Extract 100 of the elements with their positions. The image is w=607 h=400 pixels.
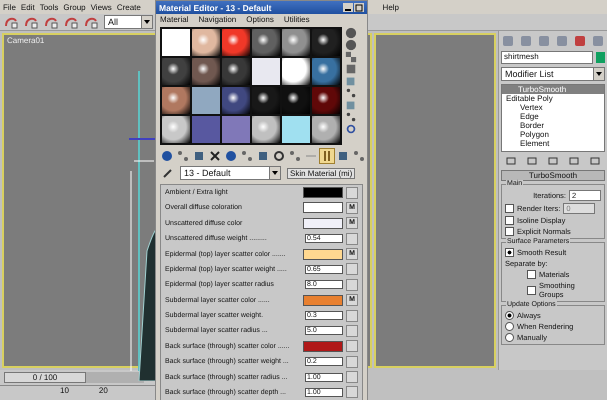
modifier-stack-item[interactable]: TurboSmooth	[502, 85, 604, 94]
color-swatch[interactable]	[303, 294, 343, 306]
sub-object-item[interactable]: Vertex	[502, 103, 604, 112]
tick-label: 10	[60, 386, 69, 395]
menu-item[interactable]: Views	[90, 2, 112, 12]
material-sample-slot[interactable]	[252, 87, 280, 114]
rollout-header[interactable]: TurboSmooth	[501, 170, 605, 181]
menu-item[interactable]: Utilities	[284, 15, 310, 24]
maximize-button[interactable]	[354, 3, 364, 12]
material-sample-slot[interactable]	[162, 58, 190, 85]
sphere-icon	[225, 150, 237, 162]
radio-button[interactable]	[505, 333, 514, 342]
minimize-button[interactable]	[343, 3, 353, 12]
menu-item[interactable]: Navigation	[198, 15, 236, 24]
sphere-icon	[161, 150, 173, 162]
material-sample-slot[interactable]	[252, 116, 280, 143]
material-sample-slot[interactable]	[282, 87, 310, 114]
material-type-button[interactable]: Skin Material (mi)	[287, 168, 356, 178]
modifier-stack-item[interactable]: Editable Poly	[502, 94, 604, 103]
sub-object-item[interactable]: Border	[502, 121, 604, 130]
time-slider-thumb[interactable]: 0 / 100	[4, 372, 86, 383]
sub-object-item[interactable]: Edge	[502, 112, 604, 121]
toolbar-icon[interactable]	[24, 15, 38, 29]
stack-tool-icon[interactable]	[546, 155, 559, 167]
material-sample-slot[interactable]	[252, 29, 280, 56]
sphere-icon[interactable]	[345, 39, 357, 51]
menu-item[interactable]: Edit	[20, 2, 35, 12]
stack-tool-icon[interactable]	[588, 155, 601, 167]
eyedropper-icon[interactable]	[162, 167, 174, 179]
color-swatch[interactable]	[303, 218, 343, 229]
toolbar-icon[interactable]	[44, 15, 58, 29]
checkbox[interactable]	[505, 216, 514, 225]
dots-icon	[353, 150, 365, 162]
maximize-icon	[355, 4, 363, 12]
menu-item[interactable]: Tools	[40, 2, 58, 12]
menu-item[interactable]: Create	[116, 2, 141, 12]
caret-icon	[144, 20, 150, 24]
sub-object-item[interactable]: Element	[502, 139, 604, 148]
menu-item[interactable]: Help	[382, 2, 399, 12]
material-sample-slot[interactable]	[162, 116, 190, 143]
dots-icon[interactable]	[345, 111, 357, 123]
material-sample-slot[interactable]	[192, 58, 220, 85]
object-name-field[interactable]: shirtmesh	[501, 51, 593, 64]
bars-icon	[321, 150, 333, 162]
cube-icon	[337, 150, 349, 162]
material-tool-button[interactable]	[208, 149, 222, 163]
checker-icon[interactable]	[345, 51, 357, 63]
dots-icon[interactable]	[345, 87, 357, 99]
color-swatch[interactable]	[303, 340, 343, 352]
dots-icon	[241, 150, 253, 162]
color-swatch[interactable]	[303, 187, 343, 198]
toolbar-icon[interactable]	[4, 15, 18, 29]
material-name-dropdown[interactable]: 13 - Default	[180, 166, 281, 180]
material-tool-button[interactable]	[160, 149, 174, 163]
material-sample-slot[interactable]	[222, 29, 250, 56]
menu-item[interactable]: Options	[246, 15, 274, 24]
color-swatch[interactable]	[303, 248, 343, 260]
material-sample-slot[interactable]	[222, 87, 250, 114]
sub-object-item[interactable]: Polygon	[502, 130, 604, 139]
dots-icon	[177, 150, 189, 162]
toolbar-icon[interactable]	[84, 15, 98, 29]
modifier-list-dropdown[interactable]: Modifier List	[501, 67, 605, 81]
window-title: Material Editor - 13 - Default	[159, 2, 272, 12]
checkbox[interactable]	[505, 204, 514, 213]
material-sample-slot[interactable]	[282, 29, 310, 56]
checkbox[interactable]	[505, 227, 514, 236]
command-tab-icon[interactable]	[573, 34, 587, 48]
radio-button[interactable]	[505, 322, 514, 331]
checkbox[interactable]	[527, 270, 536, 279]
object-color-swatch[interactable]	[596, 52, 605, 63]
checkbox[interactable]	[527, 286, 536, 294]
material-sample-slot[interactable]	[312, 29, 340, 56]
material-sample-slot[interactable]	[312, 87, 340, 114]
menu-item[interactable]: File	[3, 2, 16, 12]
cross-icon	[209, 150, 221, 162]
material-sample-slot[interactable]	[312, 58, 340, 85]
cube-icon	[193, 150, 205, 162]
stack-tool-icon[interactable]	[526, 155, 538, 167]
menu-item[interactable]: Material	[160, 15, 188, 24]
selection-filter-dropdown[interactable]: All	[104, 15, 153, 29]
color-swatch[interactable]	[303, 202, 343, 214]
stack-tool-icon[interactable]	[568, 155, 580, 167]
material-sample-slot[interactable]	[192, 29, 220, 56]
radio-button[interactable]	[505, 311, 514, 320]
sphere-icon[interactable]	[345, 27, 357, 39]
caret-icon	[272, 171, 278, 175]
menu-item[interactable]: Group	[63, 2, 86, 12]
viewport[interactable]	[374, 33, 496, 368]
square-icon[interactable]	[345, 63, 357, 75]
material-sample-slot[interactable]	[282, 58, 310, 85]
material-sample-slot[interactable]	[312, 116, 340, 143]
toolbar-icon[interactable]	[64, 15, 78, 29]
caret-icon	[596, 72, 602, 76]
material-sample-slot[interactable]	[162, 87, 190, 114]
stack-tool-icon[interactable]	[505, 155, 518, 167]
dots-icon	[289, 150, 301, 162]
minimize-icon	[345, 9, 351, 11]
material-tool-button[interactable]	[224, 149, 238, 163]
material-sample-slot[interactable]	[222, 58, 250, 85]
checkbox[interactable]	[505, 248, 514, 257]
